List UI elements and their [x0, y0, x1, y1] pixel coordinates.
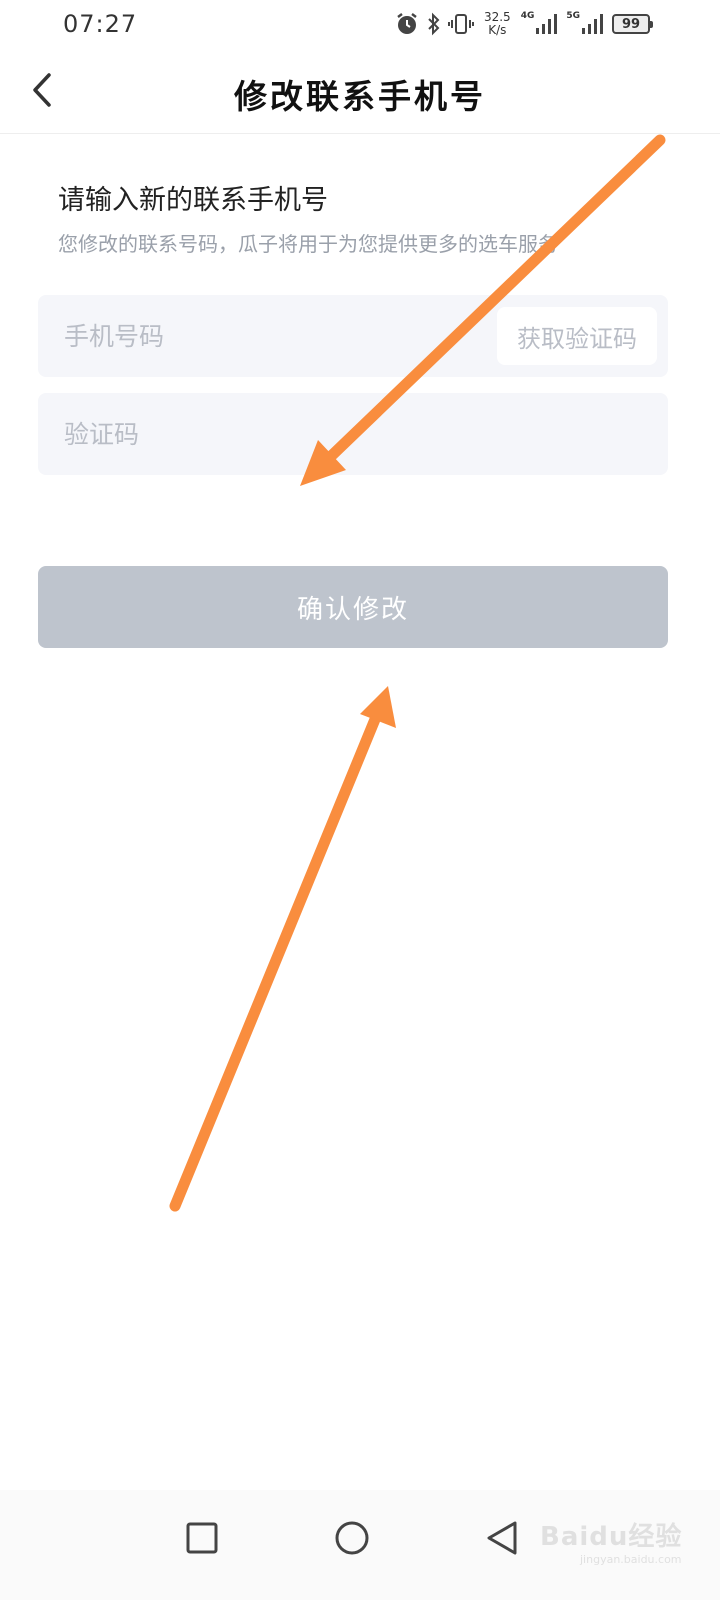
form-heading: 请输入新的联系手机号	[58, 185, 328, 216]
circle-icon	[335, 1521, 369, 1555]
status-icons: 32.5 K/s 4G 5G 99	[394, 8, 653, 40]
bluetooth-icon	[426, 9, 442, 39]
code-input[interactable]	[64, 393, 484, 475]
status-time: 07:27	[63, 10, 138, 38]
baidu-watermark: Baidu经验 jingyan.baidu.com	[540, 1516, 682, 1566]
vibrate-icon	[447, 9, 474, 39]
home-button[interactable]	[322, 1508, 382, 1568]
recent-apps-button[interactable]	[172, 1508, 232, 1568]
signal-icon-1: 4G	[521, 9, 561, 39]
triangle-back-icon	[487, 1521, 517, 1555]
status-bar: 07:27 32.5 K/s 4G 5G 99	[0, 0, 720, 50]
signal-icon-2: 5G	[566, 9, 606, 39]
watermark-sub: jingyan.baidu.com	[580, 1553, 682, 1566]
system-back-button[interactable]	[472, 1508, 532, 1568]
page-title: 修改联系手机号	[234, 77, 486, 116]
network-speed: 32.5 K/s	[484, 11, 511, 37]
speed-unit: K/s	[488, 23, 507, 37]
alarm-icon	[394, 9, 420, 39]
form-subtext: 您修改的联系号码，瓜子将用于为您提供更多的选车服务	[58, 232, 558, 256]
network-type-2: 5G	[566, 11, 580, 21]
confirm-button[interactable]: 确认修改	[38, 566, 668, 648]
phone-field: 获取验证码	[38, 295, 668, 377]
network-type-1: 4G	[520, 11, 535, 21]
phone-input[interactable]	[64, 295, 484, 377]
battery-icon: 99	[612, 14, 653, 34]
nav-bar: 修改联系手机号	[0, 50, 720, 134]
annotation-arrow-bottom	[169, 686, 396, 1212]
code-field	[38, 393, 668, 475]
watermark-main: Baidu经验	[540, 1522, 683, 1552]
battery-level: 99	[621, 16, 641, 32]
get-code-button[interactable]: 获取验证码	[497, 307, 657, 365]
square-icon	[186, 1522, 218, 1554]
